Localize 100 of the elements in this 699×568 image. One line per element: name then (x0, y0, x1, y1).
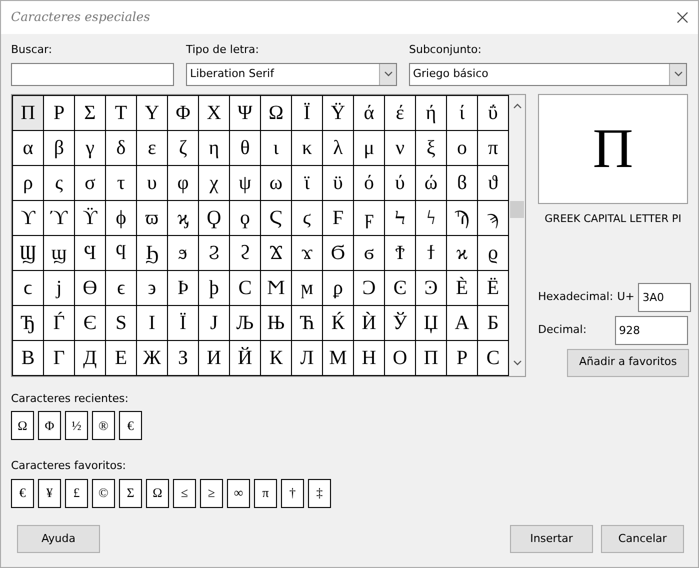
character-cell[interactable]: Ж (137, 340, 168, 376)
search-field[interactable] (11, 62, 174, 86)
character-cell[interactable]: Ϩ (199, 236, 230, 270)
character-cell[interactable]: © (92, 478, 115, 508)
character-cell[interactable]: Ω (11, 411, 34, 440)
character-cell[interactable]: Ϲ (230, 270, 261, 306)
character-cell[interactable]: ρ (13, 166, 44, 200)
character-cell[interactable]: Ј (199, 306, 230, 340)
character-cell[interactable]: А (447, 306, 478, 340)
character-cell[interactable]: Ϧ (137, 236, 168, 270)
character-cell[interactable]: ϋ (323, 166, 354, 200)
character-cell[interactable]: ό (354, 166, 385, 200)
character-cell[interactable]: β (44, 130, 75, 166)
character-cell[interactable]: ϓ (44, 200, 75, 236)
character-cell[interactable]: Φ (168, 96, 199, 130)
character-cell[interactable]: Ρ (44, 96, 75, 130)
character-cell[interactable]: Ї (168, 306, 199, 340)
character-cell[interactable]: Ў (385, 306, 416, 340)
close-icon[interactable] (677, 12, 688, 23)
character-cell[interactable]: ψ (230, 166, 261, 200)
character-cell[interactable]: Ђ (13, 306, 44, 340)
character-cell[interactable]: Б (478, 306, 509, 340)
character-cell[interactable]: ϫ (292, 236, 323, 270)
character-cell[interactable]: δ (106, 130, 137, 166)
character-cell[interactable]: ϙ (230, 200, 261, 236)
character-cell[interactable]: Й (230, 340, 261, 376)
character-cell[interactable]: Π (13, 96, 44, 130)
character-cell[interactable]: ϕ (106, 200, 137, 236)
character-cell[interactable]: Σ (75, 96, 106, 130)
character-cell[interactable]: ϭ (354, 236, 385, 270)
character-cell[interactable]: ε (137, 130, 168, 166)
character-cell[interactable]: α (13, 130, 44, 166)
character-cell[interactable]: Ё (478, 270, 509, 306)
insert-button[interactable]: Insertar (510, 525, 593, 553)
character-cell[interactable]: О (385, 340, 416, 376)
character-cell[interactable]: η (199, 130, 230, 166)
character-cell[interactable]: С (478, 340, 509, 376)
character-cell[interactable]: ϰ (447, 236, 478, 270)
character-cell[interactable]: І (137, 306, 168, 340)
scrollbar[interactable] (509, 94, 525, 376)
character-cell[interactable]: К (261, 340, 292, 376)
character-cell[interactable]: φ (168, 166, 199, 200)
decimal-field[interactable]: 928 (615, 316, 688, 344)
character-cell[interactable]: ϔ (75, 200, 106, 236)
character-cell[interactable]: Є (75, 306, 106, 340)
character-cell[interactable]: ώ (416, 166, 447, 200)
character-cell[interactable]: ϼ (323, 270, 354, 306)
character-cell[interactable]: Ϥ (75, 236, 106, 270)
character-cell[interactable]: Д (75, 340, 106, 376)
character-cell[interactable]: ϥ (106, 236, 137, 270)
character-cell[interactable]: ½ (65, 411, 88, 440)
character-cell[interactable]: ϸ (199, 270, 230, 306)
character-cell[interactable]: ≤ (173, 478, 196, 508)
character-cell[interactable]: Ϙ (199, 200, 230, 236)
character-cell[interactable]: θ (230, 130, 261, 166)
character-cell[interactable]: μ (354, 130, 385, 166)
character-cell[interactable]: Ϝ (323, 200, 354, 236)
character-cell[interactable]: † (281, 478, 304, 508)
character-cell[interactable]: ® (92, 411, 115, 440)
character-cell[interactable]: ϴ (75, 270, 106, 306)
character-cell[interactable]: ∞ (227, 478, 250, 508)
character-cell[interactable]: Χ (199, 96, 230, 130)
character-cell[interactable]: Τ (106, 96, 137, 130)
character-cell[interactable]: ϱ (478, 236, 509, 270)
character-cell[interactable]: Ͽ (416, 270, 447, 306)
character-cell[interactable]: ϊ (292, 166, 323, 200)
character-cell[interactable]: ή (416, 96, 447, 130)
character-cell[interactable]: ϑ (478, 166, 509, 200)
character-cell[interactable]: π (478, 130, 509, 166)
subset-dropdown[interactable]: Griego básico (409, 62, 687, 86)
character-cell[interactable]: ΰ (478, 96, 509, 130)
character-cell[interactable]: З (168, 340, 199, 376)
character-cell[interactable]: Υ (137, 96, 168, 130)
character-cell[interactable]: ά (354, 96, 385, 130)
character-cell[interactable]: И (199, 340, 230, 376)
character-cell[interactable]: Φ (38, 411, 61, 440)
character-cell[interactable]: π (254, 478, 277, 508)
character-cell[interactable]: Н (354, 340, 385, 376)
character-cell[interactable]: Σ (119, 478, 142, 508)
character-cell[interactable]: Л (292, 340, 323, 376)
character-cell[interactable]: έ (385, 96, 416, 130)
character-cell[interactable]: ϐ (447, 166, 478, 200)
character-cell[interactable]: Ϻ (261, 270, 292, 306)
character-cell[interactable]: ≥ (200, 478, 223, 508)
character-cell[interactable]: κ (292, 130, 323, 166)
character-cell[interactable]: ‡ (308, 478, 331, 508)
character-cell[interactable]: υ (137, 166, 168, 200)
character-cell[interactable]: ζ (168, 130, 199, 166)
character-cell[interactable]: Џ (416, 306, 447, 340)
character-cell[interactable]: Ϟ (385, 200, 416, 236)
character-cell[interactable]: ν (385, 130, 416, 166)
character-cell[interactable]: ξ (416, 130, 447, 166)
character-cell[interactable]: ω (261, 166, 292, 200)
character-cell[interactable]: ϗ (168, 200, 199, 236)
character-cell[interactable]: £ (65, 478, 88, 508)
character-cell[interactable]: Ѕ (106, 306, 137, 340)
add-favorite-button[interactable]: Añadir a favoritos (567, 348, 689, 376)
character-cell[interactable]: Ѝ (354, 306, 385, 340)
character-cell[interactable]: ¥ (38, 478, 61, 508)
character-cell[interactable]: ϒ (13, 200, 44, 236)
